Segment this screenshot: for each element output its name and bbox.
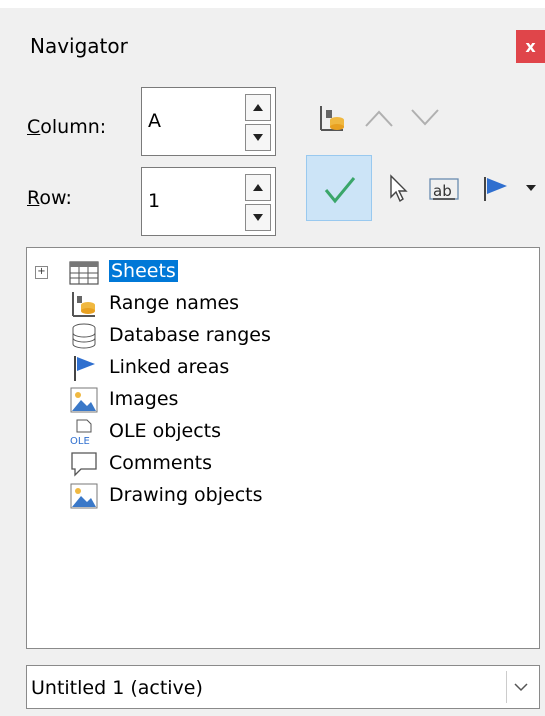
document-select[interactable]: Untitled 1 (active) (26, 665, 540, 709)
document-select-value: Untitled 1 (active) (31, 677, 203, 699)
drag-mode-button[interactable] (381, 170, 417, 206)
previous-button[interactable] (361, 100, 397, 136)
column-decrement-button[interactable] (245, 124, 271, 151)
column-label-mnemonic: C (27, 116, 41, 138)
navigator-title: Navigator (30, 34, 128, 58)
range-names-icon (320, 106, 344, 131)
document-select-dropdown-button[interactable] (506, 671, 535, 703)
arrow-up-icon (253, 104, 263, 111)
column-spinbox[interactable]: A (141, 87, 276, 156)
tree-item-label: Range names (109, 292, 240, 314)
svg-text:ab: ab (433, 182, 452, 200)
tree-item-label: Images (109, 388, 179, 410)
navigator-panel: Navigator x Column: A Row: 1 ab + Sheets… (0, 0, 545, 716)
range-names-button[interactable] (313, 100, 349, 136)
show-text-icon: ab (429, 178, 459, 200)
tree-item-label: Database ranges (109, 324, 271, 346)
column-increment-button[interactable] (245, 94, 271, 121)
svg-text:OLE: OLE (70, 436, 90, 446)
flag-icon (74, 356, 95, 381)
next-button[interactable] (407, 100, 443, 136)
range-names-icon (72, 292, 95, 317)
panel-top-border (0, 0, 545, 8)
tree-item-label: OLE objects (109, 420, 222, 442)
next-icon (411, 109, 439, 126)
tree-item-label: Sheets (109, 260, 178, 282)
tree-item-label: Drawing objects (109, 484, 263, 506)
arrow-up-icon (253, 184, 263, 191)
previous-icon (365, 110, 393, 127)
row-label: Row: (27, 187, 72, 209)
tree-item-range-names[interactable]: Range names (27, 288, 539, 320)
tree-item-drawing-objects[interactable]: Drawing objects (27, 480, 539, 512)
row-spin-arrows (245, 174, 271, 231)
tree-item-linked-areas[interactable]: Linked areas (27, 352, 539, 384)
tree-item-images[interactable]: Images (27, 384, 539, 416)
tree-item-label: Linked areas (109, 356, 230, 378)
tree-item-database-ranges[interactable]: Database ranges (27, 320, 539, 352)
drawing-icon (70, 483, 98, 509)
checkmark-icon (324, 177, 356, 204)
show-text-button[interactable]: ab (424, 170, 464, 206)
row-decrement-button[interactable] (245, 204, 271, 231)
database-icon (72, 323, 96, 349)
tree-item-ole-objects[interactable]: OLE OLE objects (27, 416, 539, 448)
row-label-mnemonic: R (27, 187, 40, 209)
row-increment-button[interactable] (245, 174, 271, 201)
arrow-down-icon (253, 214, 263, 221)
navigator-tree[interactable]: + Sheets Range names Database ranges Lin… (26, 247, 540, 649)
column-value[interactable]: A (148, 110, 161, 132)
tree-item-comments[interactable]: Comments (27, 448, 539, 480)
tree-item-sheets[interactable]: + Sheets (27, 256, 539, 288)
chevron-down-icon (514, 682, 528, 691)
column-label-text: olumn: (40, 116, 107, 138)
row-label-text: ow: (39, 187, 72, 209)
navigator-titlebar: Navigator (0, 8, 545, 80)
dropdown-arrow-icon (526, 184, 536, 191)
drag-mode-icon (390, 174, 408, 203)
tree-item-label: Comments (109, 452, 212, 474)
sheets-icon (69, 261, 99, 285)
scenarios-button[interactable] (476, 170, 516, 206)
toolbar-dropdown-button[interactable] (522, 180, 540, 196)
arrow-down-icon (253, 134, 263, 141)
ole-icon: OLE (70, 419, 92, 446)
close-button[interactable]: x (516, 30, 545, 63)
scenarios-icon (484, 177, 507, 201)
expand-button[interactable]: + (35, 266, 48, 279)
content-toggle-button[interactable] (306, 155, 372, 221)
column-label: Column: (27, 116, 106, 138)
row-spinbox[interactable]: 1 (141, 167, 276, 236)
image-icon (70, 387, 98, 413)
comment-icon (71, 452, 97, 477)
column-spin-arrows (245, 94, 271, 151)
row-value[interactable]: 1 (148, 190, 160, 212)
